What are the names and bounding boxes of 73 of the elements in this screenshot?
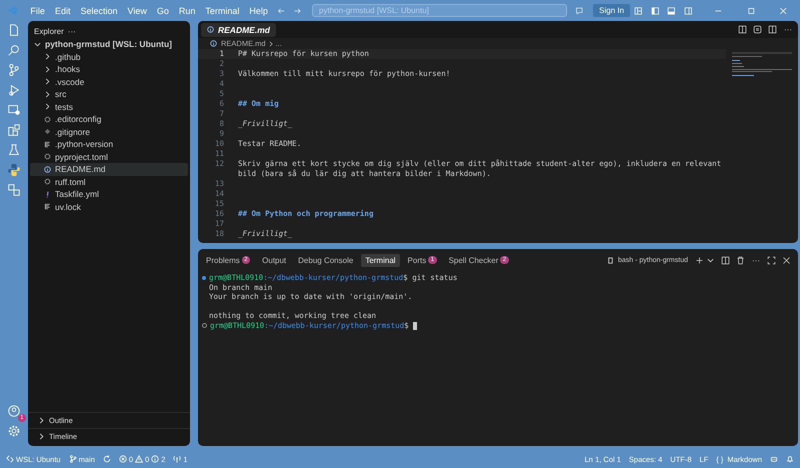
extensions-icon[interactable] (7, 123, 21, 137)
caret-icon[interactable] (707, 256, 714, 264)
search-icon[interactable] (7, 43, 21, 57)
bell-icon[interactable] (786, 455, 794, 463)
chat-icon[interactable] (574, 6, 584, 16)
layout-icon[interactable] (634, 6, 643, 16)
gear-icon (44, 116, 51, 123)
tree-item[interactable]: .editorconfig (30, 113, 188, 126)
sync-icon[interactable] (102, 455, 111, 463)
account-icon[interactable] (7, 404, 21, 418)
more-actions-button[interactable]: ··· (752, 256, 760, 264)
split-editor-icon[interactable] (768, 25, 777, 34)
files-icon[interactable] (7, 23, 21, 37)
close-icon[interactable] (782, 256, 791, 264)
more-actions-button[interactable]: ··· (68, 27, 76, 36)
tree-item[interactable]: python-grmstud [WSL: Ubuntu] (28, 38, 190, 50)
info-icon (44, 166, 51, 173)
chevron-icon (38, 433, 45, 440)
diamond-icon (44, 128, 51, 136)
compare-icon[interactable] (753, 25, 762, 34)
tree-item[interactable]: .python-version (30, 138, 188, 150)
command-status-icon[interactable] (202, 323, 207, 328)
monitor-icon[interactable] (7, 103, 21, 117)
explorer-title: Explorer (34, 27, 64, 36)
tree-item[interactable]: src (30, 88, 188, 100)
info-icon (207, 26, 214, 33)
panel-tab[interactable]: Output (258, 254, 290, 266)
app-logo-icon (8, 5, 18, 16)
lines-icon (44, 203, 51, 210)
info-icon (210, 40, 217, 47)
boxes-icon[interactable] (7, 183, 21, 197)
tree-item[interactable]: pyproject.toml (30, 150, 188, 163)
open-preview-icon[interactable] (738, 25, 747, 34)
terminal-icon (606, 256, 614, 264)
flask-icon[interactable] (7, 143, 21, 157)
gear-icon (44, 178, 51, 186)
sidebar-toggle-icon[interactable] (650, 6, 660, 16)
tree-item[interactable]: ruff.toml (30, 176, 188, 188)
exclamation-icon (44, 190, 51, 198)
tree-item[interactable]: README.md (30, 163, 188, 176)
secondary-sidebar-icon[interactable] (684, 6, 692, 16)
maximize-panel-icon[interactable] (767, 256, 776, 264)
snake-logo-icon[interactable] (7, 163, 21, 177)
back-arrow-icon[interactable] (276, 6, 286, 16)
gear-icon (44, 153, 51, 160)
sign-in-button[interactable]: Sign In (593, 4, 630, 17)
branch-icon[interactable] (7, 63, 21, 77)
panel-tab[interactable]: Terminal (361, 254, 400, 266)
tree-item[interactable]: .gitignore (30, 126, 188, 138)
tree-item[interactable]: .hooks (30, 63, 188, 76)
chevron-icon (268, 40, 274, 46)
trash-icon[interactable] (736, 256, 745, 264)
tree-item[interactable]: .vscode (30, 76, 188, 88)
command-center-field[interactable]: python-grmstud [WSL: Ubuntu] (312, 4, 567, 17)
tree-item[interactable]: .github (30, 50, 188, 63)
command-status-icon[interactable] (202, 276, 206, 280)
forward-arrow-icon[interactable] (293, 6, 302, 16)
more-actions-button[interactable]: ··· (784, 25, 792, 34)
chevron-icon (38, 417, 45, 424)
play-bug-icon[interactable] (7, 83, 21, 97)
settings-icon[interactable] (7, 424, 21, 438)
editor-tab[interactable]: README.md (201, 22, 276, 36)
lines-icon (44, 140, 51, 148)
split-terminal-icon[interactable] (721, 256, 730, 264)
panel-toggle-icon[interactable] (667, 6, 676, 16)
tree-item[interactable]: uv.lock (30, 200, 188, 213)
terminal-cursor (412, 322, 417, 330)
panel-tab[interactable]: Debug Console (294, 254, 358, 266)
tree-item[interactable]: Taskfile.yml (30, 188, 188, 200)
tree-item[interactable]: tests (30, 100, 188, 113)
maximize-icon[interactable] (746, 6, 756, 16)
robot-face-icon[interactable] (770, 455, 778, 463)
plus-icon[interactable] (695, 256, 704, 264)
